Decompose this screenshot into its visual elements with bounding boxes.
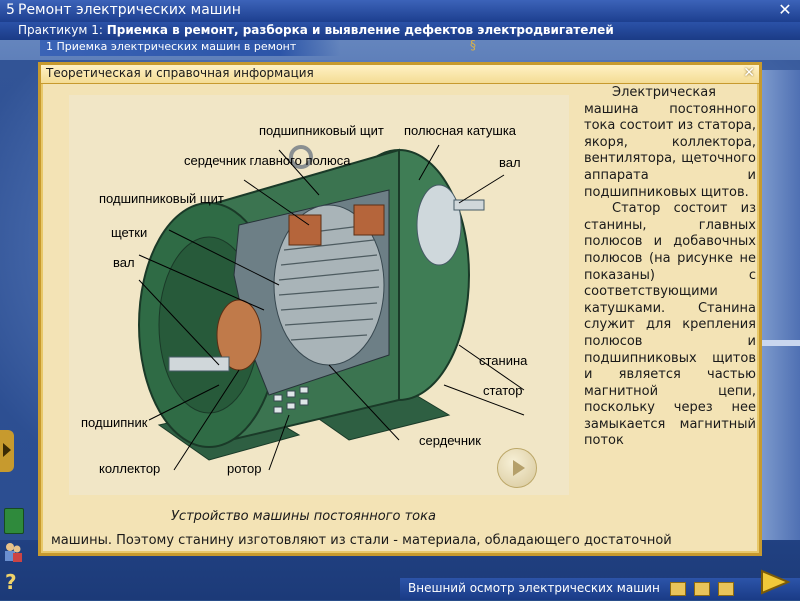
description-continued: машины. Поэтому станину изготовляют из с… xyxy=(51,533,672,548)
info-panel: Теоретическая и справочная информация ✕ xyxy=(38,62,762,556)
label-main-pole-core: сердечник главного полюса xyxy=(184,153,351,168)
label-brushes: щетки xyxy=(111,225,147,240)
motor-diagram: подшипниковый щит полюсная катушка серде… xyxy=(81,123,528,476)
label-shaft-left: вал xyxy=(113,255,135,270)
label-bearing-shield-top: подшипниковый щит xyxy=(259,123,384,138)
label-stator: статор xyxy=(483,383,523,398)
bottom-nav-bar: Внешний осмотр электрических машин xyxy=(400,578,800,600)
chain-icon: § xyxy=(470,38,476,52)
book-small-icon-2[interactable] xyxy=(694,582,710,596)
label-collector: коллектор xyxy=(99,461,160,476)
label-core: сердечник xyxy=(419,433,481,448)
book-small-icon-3[interactable] xyxy=(718,582,734,596)
help-icon[interactable]: ? xyxy=(5,570,17,594)
paragraph-1: Электрическая машина постоянного тока со… xyxy=(584,85,756,200)
play-button[interactable] xyxy=(497,448,537,488)
topic-title: 1 Приемка электрических машин в ремонт xyxy=(46,40,297,53)
lesson-number: 5 xyxy=(6,2,15,18)
people-icon[interactable] xyxy=(3,541,23,563)
app-title: Ремонт электрических машин xyxy=(18,2,241,18)
label-rotor: ротор xyxy=(227,461,261,476)
fan xyxy=(416,184,462,266)
practicum-bar: Практикум 1: Приемка в ремонт, разборка … xyxy=(0,22,800,40)
practicum-title: Практикум 1: Приемка в ремонт, разборка … xyxy=(18,23,614,37)
close-icon[interactable]: ✕ xyxy=(776,1,794,19)
label-bearing: подшипник xyxy=(81,415,148,430)
panel-header: Теоретическая и справочная информация ✕ xyxy=(41,65,759,84)
shaft-front xyxy=(168,356,230,372)
topic-bar[interactable]: 1 Приемка электрических машин в ремонт xyxy=(40,40,340,56)
label-frame: станина xyxy=(479,353,528,368)
pole-coil-2 xyxy=(353,204,385,236)
title-bar: 5 Ремонт электрических машин ✕ xyxy=(0,0,800,23)
practicum-text: Приемка в ремонт, разборка и выявление д… xyxy=(106,23,614,37)
paragraph-2: Статор состоит из станины, главных полюс… xyxy=(584,201,756,449)
prev-arrow-icon[interactable] xyxy=(0,430,14,472)
panel-title: Теоретическая и справочная информация xyxy=(46,66,314,80)
next-topic-label[interactable]: Внешний осмотр электрических машин xyxy=(408,581,660,595)
book-icon[interactable] xyxy=(4,508,24,534)
practicum-prefix: Практикум 1: xyxy=(18,23,103,37)
pole-coil xyxy=(288,214,322,246)
label-shaft-right: вал xyxy=(499,155,521,170)
book-small-icon[interactable] xyxy=(670,582,686,596)
shaft-rear xyxy=(453,199,485,211)
figure-caption: Устройство машины постоянного тока xyxy=(171,509,436,524)
label-pole-coil: полюсная катушка xyxy=(404,123,517,138)
motor-illustration: подшипниковый щит полюсная катушка серде… xyxy=(69,95,569,495)
next-arrow-icon[interactable] xyxy=(758,567,794,597)
description-text: Электрическая машина постоянного тока со… xyxy=(584,85,756,450)
label-bearing-shield-left: подшипниковый щит xyxy=(99,191,224,206)
close-icon[interactable]: ✕ xyxy=(743,65,755,81)
